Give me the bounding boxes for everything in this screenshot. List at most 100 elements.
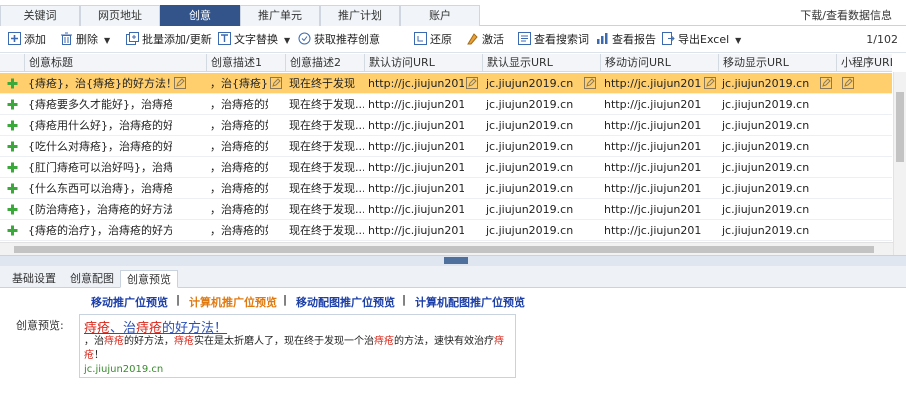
cell-desc2[interactable]: 现在终于发现... bbox=[285, 115, 364, 136]
edit-icon[interactable] bbox=[842, 77, 854, 89]
text-replace-button[interactable]: 文字替换 ▼ bbox=[218, 32, 290, 48]
cell-desc1[interactable]: ，治痔疮的好方 bbox=[206, 136, 268, 157]
add-button[interactable]: 添加 bbox=[8, 32, 46, 48]
cell-title[interactable]: {痔疮用什么好}，治痔疮的好方法！ bbox=[24, 115, 172, 136]
cell-visit-url[interactable]: http://jc.jiujun2019.cn bbox=[364, 73, 464, 94]
cell-show-url[interactable]: jc.jiujun2019.cn bbox=[482, 178, 582, 199]
table-row[interactable]: {痔疮}，治{痔疮}的好方法！，治{痔疮}的好现在终于发现http://jc.j… bbox=[0, 73, 892, 94]
cell-mobile-show-url[interactable]: jc.jiujun2019.cn bbox=[718, 199, 818, 220]
column-header-visit-url[interactable]: 默认访问URL bbox=[364, 54, 482, 72]
cell-visit-url[interactable]: http://jc.jiujun2019.cn bbox=[364, 115, 464, 136]
cell-desc2[interactable]: 现在终于发现... bbox=[285, 157, 364, 178]
column-header-desc1[interactable]: 创意描述1 bbox=[206, 54, 285, 72]
cell-mobile-show-url[interactable]: jc.jiujun2019.cn bbox=[718, 94, 818, 115]
tab-basic-settings[interactable]: 基础设置 bbox=[6, 270, 62, 288]
expand-plus-icon[interactable] bbox=[6, 77, 19, 90]
cell-desc2[interactable]: 现在终于发现... bbox=[285, 178, 364, 199]
cell-show-url[interactable]: jc.jiujun2019.cn bbox=[482, 199, 582, 220]
cell-mobile-visit-url[interactable]: http://jc.jiujun2019.cn bbox=[600, 115, 702, 136]
mobile-image-preview-link[interactable]: 移动配图推广位预览 bbox=[296, 294, 395, 309]
tab-creative-preview[interactable]: 创意预览 bbox=[120, 270, 178, 288]
restore-button[interactable]: 还原 bbox=[414, 32, 452, 48]
activate-button[interactable]: 激活 bbox=[466, 32, 504, 48]
cell-title[interactable]: {肛门痔疮可以治好吗}，治痔疮的... bbox=[24, 157, 172, 178]
cell-mobile-visit-url[interactable]: http://jc.jiujun2019.cn bbox=[600, 178, 702, 199]
panel-splitter[interactable] bbox=[0, 256, 906, 266]
cell-show-url[interactable]: jc.jiujun2019.cn bbox=[482, 157, 582, 178]
cell-mobile-show-url[interactable]: jc.jiujun2019.cn bbox=[718, 136, 818, 157]
column-header-title[interactable]: 创意标题 bbox=[24, 54, 206, 72]
table-row[interactable]: {防治痔疮}，治痔疮的好方法！，治痔疮的好方现在终于发现...http://jc… bbox=[0, 199, 892, 220]
cell-desc1[interactable]: ，治痔疮的好方 bbox=[206, 178, 268, 199]
cell-title[interactable]: {痔疮的治疗}，治痔疮的好方法！ bbox=[24, 220, 172, 241]
cell-show-url[interactable]: jc.jiujun2019.cn bbox=[482, 220, 582, 241]
column-header-show-url[interactable]: 默认显示URL bbox=[482, 54, 600, 72]
cell-visit-url[interactable]: http://jc.jiujun2019.cn bbox=[364, 157, 464, 178]
expand-plus-icon[interactable] bbox=[6, 98, 19, 111]
expand-plus-icon[interactable] bbox=[6, 182, 19, 195]
expand-plus-icon[interactable] bbox=[6, 119, 19, 132]
desktop-preview-link[interactable]: 计算机推广位预览 bbox=[189, 294, 277, 309]
cell-visit-url[interactable]: http://jc.jiujun2019.cn bbox=[364, 136, 464, 157]
cell-desc2[interactable]: 现在终于发现... bbox=[285, 199, 364, 220]
edit-icon[interactable] bbox=[820, 77, 832, 89]
cell-desc2[interactable]: 现在终于发现... bbox=[285, 136, 364, 157]
chevron-down-icon[interactable]: ▼ bbox=[735, 33, 741, 49]
cell-title[interactable]: {痔疮要多久才能好}，治痔疮的好... bbox=[24, 94, 172, 115]
cell-mobile-show-url[interactable]: jc.jiujun2019.cn bbox=[718, 73, 818, 94]
cell-show-url[interactable]: jc.jiujun2019.cn bbox=[482, 73, 582, 94]
cell-desc2[interactable]: 现在终于发现... bbox=[285, 94, 364, 115]
export-excel-button[interactable]: 导出Excel ▼ bbox=[662, 32, 741, 48]
view-search-terms-button[interactable]: 查看搜索词 bbox=[518, 32, 589, 48]
cell-mobile-visit-url[interactable]: http://jc.jiujun2019.cn bbox=[600, 157, 702, 178]
cell-show-url[interactable]: jc.jiujun2019.cn bbox=[482, 115, 582, 136]
edit-icon[interactable] bbox=[466, 77, 478, 89]
cell-title[interactable]: {吃什么对痔疮}，治痔疮的好方法！ bbox=[24, 136, 172, 157]
tab-keywords[interactable]: 关键词 bbox=[0, 5, 80, 26]
tab-creative[interactable]: 创意 bbox=[160, 5, 240, 26]
cell-desc1[interactable]: ，治痔疮的好方 bbox=[206, 157, 268, 178]
expand-plus-icon[interactable] bbox=[6, 161, 19, 174]
cell-visit-url[interactable]: http://jc.jiujun2019.cn bbox=[364, 94, 464, 115]
cell-mobile-show-url[interactable]: jc.jiujun2019.cn bbox=[718, 157, 818, 178]
desktop-image-preview-link[interactable]: 计算机配图推广位预览 bbox=[415, 294, 525, 309]
vertical-scroll-thumb[interactable] bbox=[896, 92, 904, 162]
edit-icon[interactable] bbox=[174, 77, 186, 89]
vertical-scrollbar[interactable] bbox=[893, 72, 906, 255]
cell-mobile-visit-url[interactable]: http://jc.jiujun2019.cn bbox=[600, 220, 702, 241]
table-row[interactable]: {什么东西可以治痔}，治痔疮的好... ，治痔疮的好方现在终于发现... http:… bbox=[0, 178, 892, 199]
cell-desc1[interactable]: ，治痔疮的好方 bbox=[206, 220, 268, 241]
batch-add-button[interactable]: 批量添加/更新 bbox=[126, 32, 212, 48]
tab-account[interactable]: 账户 bbox=[400, 5, 480, 26]
tab-creative-images[interactable]: 创意配图 bbox=[64, 270, 120, 288]
cell-desc1[interactable]: ，治痔疮的好方 bbox=[206, 94, 268, 115]
ad-preview-title[interactable]: 痔疮、治痔疮的好方法！ bbox=[84, 317, 227, 336]
cell-title[interactable]: {防治痔疮}，治痔疮的好方法！ bbox=[24, 199, 172, 220]
cell-mobile-show-url[interactable]: jc.jiujun2019.cn bbox=[718, 115, 818, 136]
get-recommended-button[interactable]: 获取推荐创意 bbox=[298, 32, 380, 48]
cell-desc1[interactable]: ，治痔疮的好方 bbox=[206, 115, 268, 136]
cell-mobile-visit-url[interactable]: http://jc.jiujun2019.cn bbox=[600, 73, 702, 94]
expand-plus-icon[interactable] bbox=[6, 140, 19, 153]
cell-title[interactable]: {痔疮}，治{痔疮}的好方法！ bbox=[24, 73, 172, 94]
column-header-desc2[interactable]: 创意描述2 bbox=[285, 54, 364, 72]
view-report-button[interactable]: 查看报告 bbox=[596, 32, 656, 48]
column-header-mobile-visit-url[interactable]: 移动访问URL bbox=[600, 54, 718, 72]
table-row[interactable]: {痔疮要多久才能好}，治痔疮的好... ，治痔疮的好方现在终于发现...http:… bbox=[0, 94, 892, 115]
cell-mobile-show-url[interactable]: jc.jiujun2019.cn bbox=[718, 178, 818, 199]
chevron-down-icon[interactable]: ▼ bbox=[284, 33, 290, 49]
delete-button[interactable]: 删除 ▼ bbox=[60, 32, 110, 48]
cell-desc1[interactable]: ，治{痔疮}的好 bbox=[206, 73, 268, 94]
table-row[interactable]: {肛门痔疮可以治好吗}，治痔疮的...，治痔疮的好方现在终于发现...http:… bbox=[0, 157, 892, 178]
horizontal-scrollbar[interactable] bbox=[0, 242, 893, 255]
cell-visit-url[interactable]: http://jc.jiujun2019.cn bbox=[364, 220, 464, 241]
cell-desc1[interactable]: ，治痔疮的好方 bbox=[206, 199, 268, 220]
table-row[interactable]: {痔疮的治疗}，治痔疮的好方法！，治痔疮的好方现在终于发现...http://j… bbox=[0, 220, 892, 241]
edit-icon[interactable] bbox=[270, 77, 282, 89]
expand-plus-icon[interactable] bbox=[6, 203, 19, 216]
chevron-down-icon[interactable]: ▼ bbox=[104, 33, 110, 49]
cell-title[interactable]: {什么东西可以治痔}，治痔疮的好... bbox=[24, 178, 172, 199]
cell-desc2[interactable]: 现在终于发现... bbox=[285, 220, 364, 241]
expand-plus-icon[interactable] bbox=[6, 224, 19, 237]
cell-mobile-show-url[interactable]: jc.jiujun2019.cn bbox=[718, 220, 818, 241]
